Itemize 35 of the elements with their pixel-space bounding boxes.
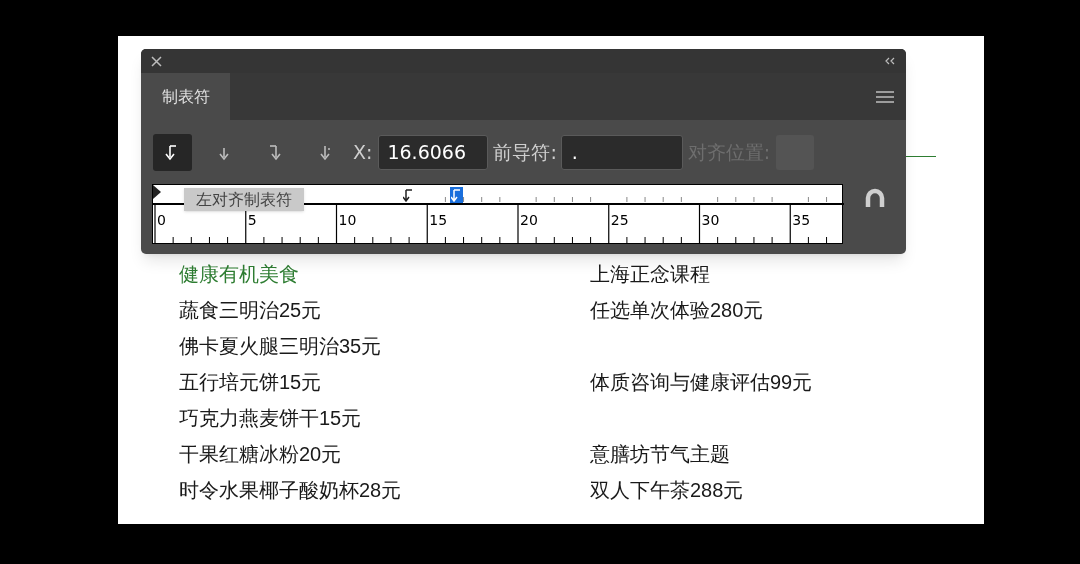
ruler-number: 5	[247, 212, 257, 228]
text-line: 体质咨询与健康评估99元	[590, 370, 813, 395]
collapse-icon[interactable]	[884, 57, 896, 65]
text-line: 上海正念课程	[590, 262, 710, 287]
text-line: 干果红糖冰粉20元	[179, 442, 342, 465]
text-line: 时令水果椰子酸奶杯28元	[179, 478, 402, 501]
text-line: 意膳坊节气主题	[590, 442, 730, 467]
text-line: 双人下午茶288元	[590, 478, 744, 503]
ruler-number: 30	[701, 212, 720, 228]
ruler-number: 15	[429, 212, 448, 228]
x-label: X:	[353, 139, 373, 165]
tab-stop-marker[interactable]	[449, 187, 463, 203]
text-line: 佛卡夏火腿三明治35元	[179, 334, 382, 357]
tab-ruler[interactable]: 0 5 10 15 20 25 30 35 左对齐制表符	[152, 184, 843, 244]
text-line: 巧克力燕麦饼干15元	[179, 406, 362, 429]
text-line: 健康有机美食	[179, 262, 299, 285]
text-line: 五行培元饼15元	[179, 370, 322, 393]
ruler-number: 35	[792, 212, 811, 228]
leader-label: 前导符:	[493, 139, 557, 165]
magnet-icon[interactable]	[865, 188, 885, 208]
tab-type-button[interactable]	[153, 133, 192, 171]
ruler-number: 25	[610, 212, 629, 228]
text-line: 任选单次体验280元	[590, 298, 764, 323]
ruler-number: 10	[338, 212, 357, 228]
text-line: 蔬食三明治25元	[179, 298, 322, 321]
panel-tab[interactable]: 制表符	[141, 73, 230, 120]
ruler-number: 20	[520, 212, 538, 228]
close-icon[interactable]	[151, 55, 162, 67]
leader-field[interactable]: .	[560, 134, 683, 170]
ruler-number: 0	[157, 212, 166, 228]
x-position-field[interactable]: 16.6066	[378, 134, 489, 170]
menu-icon[interactable]	[876, 89, 894, 104]
indent-marker-icon[interactable]	[153, 185, 161, 199]
tab-stop-marker[interactable]	[401, 187, 415, 203]
tooltip: 左对齐制表符	[184, 188, 304, 211]
